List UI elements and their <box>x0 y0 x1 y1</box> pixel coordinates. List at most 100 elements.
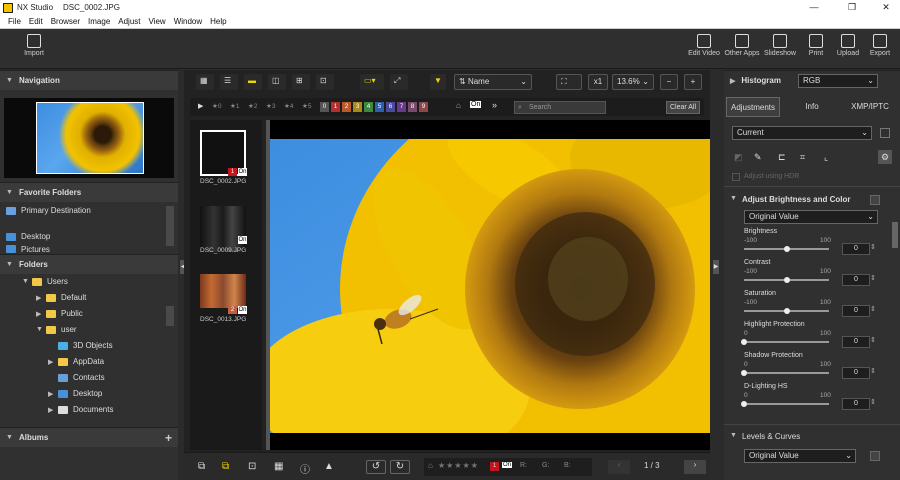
label-filter-2[interactable]: 2 <box>342 102 351 112</box>
label-filter-4[interactable]: 4 <box>364 102 373 112</box>
slider-value-field[interactable]: 0 <box>842 398 870 410</box>
upload-button[interactable]: Upload <box>830 34 866 57</box>
protect-filter-icon[interactable]: ⌂ <box>456 101 461 110</box>
straighten-icon[interactable]: ⊏ <box>778 152 786 163</box>
tab-adjustments[interactable]: Adjustments <box>726 97 780 117</box>
copy-adjustments-checkbox[interactable] <box>880 128 890 138</box>
favorite-pictures[interactable]: Pictures <box>6 245 50 253</box>
levels-reset-checkbox[interactable] <box>870 451 880 461</box>
favorites-scrollbar[interactable] <box>166 206 174 246</box>
rating-filter-5[interactable]: ★5 <box>302 102 311 110</box>
zoom-dropdown[interactable]: 13.6% ⌄ <box>612 74 654 90</box>
rating-filter-2[interactable]: ★2 <box>248 102 257 110</box>
slider-value-field[interactable]: 0 <box>842 243 870 255</box>
levels-preset-dropdown[interactable]: Original Value ⌄ <box>744 449 856 463</box>
slider-knob[interactable] <box>741 339 747 345</box>
list-view-button[interactable]: ☰ <box>220 74 238 90</box>
slider-knob[interactable] <box>783 246 790 252</box>
rotate-right-button[interactable]: ↻ <box>390 460 410 474</box>
collapse-triangle-icon[interactable]: ▼ <box>730 195 737 202</box>
multi-select-icon[interactable]: ⧉ <box>222 461 229 472</box>
menu-adjust[interactable]: Adjust <box>118 17 140 26</box>
label-filter-9[interactable]: 9 <box>419 102 428 112</box>
expand-filter-icon[interactable]: » <box>492 100 497 110</box>
slider-track[interactable] <box>744 341 829 343</box>
folder-contacts[interactable]: Contacts <box>58 373 105 382</box>
slider-value-field[interactable]: 0 <box>842 367 870 379</box>
label-filter-5[interactable]: 5 <box>375 102 384 112</box>
zoom-in-button[interactable]: + <box>684 74 702 90</box>
import-button[interactable]: Import <box>16 34 52 57</box>
rating-filter-4[interactable]: ★4 <box>284 102 293 110</box>
slider-value-field[interactable]: 0 <box>842 336 870 348</box>
menu-edit[interactable]: Edit <box>29 17 43 26</box>
menu-browser[interactable]: Browser <box>51 17 80 26</box>
stepper-icon[interactable]: ⇕ <box>870 367 876 375</box>
favorite-desktop[interactable]: Desktop <box>6 232 50 241</box>
menu-window[interactable]: Window <box>174 17 202 26</box>
folder-3d-objects[interactable]: 3D Objects <box>58 341 113 350</box>
menu-help[interactable]: Help <box>210 17 226 26</box>
perspective-icon[interactable]: ⌞ <box>824 152 828 163</box>
thumbnail-dsc-0009[interactable] <box>200 206 246 252</box>
frame-icon[interactable]: ⊡ <box>248 461 256 472</box>
rating-filter-0[interactable]: ★0 <box>212 102 221 110</box>
stack-icon[interactable]: ⧉ <box>198 461 205 472</box>
info-icon[interactable]: ⓘ <box>300 461 310 476</box>
folder-user[interactable]: ▼ user <box>36 325 77 334</box>
stepper-icon[interactable]: ⇕ <box>870 243 876 251</box>
raw-filter-icon[interactable]: On <box>470 101 482 108</box>
grid-view-button[interactable]: ▦ <box>196 74 214 90</box>
label-filter-7[interactable]: 7 <box>397 102 406 112</box>
adjust-hdr-checkbox[interactable] <box>732 173 740 181</box>
rating-filter-3[interactable]: ★3 <box>266 102 275 110</box>
zoom-1x-button[interactable]: x1 <box>588 74 608 90</box>
stepper-icon[interactable]: ⇕ <box>870 274 876 282</box>
menu-image[interactable]: Image <box>88 17 110 26</box>
histogram-mode-dropdown[interactable]: RGB ⌄ <box>798 74 878 88</box>
stepper-icon[interactable]: ⇕ <box>870 305 876 313</box>
close-button[interactable]: ✕ <box>872 0 900 15</box>
folder-default[interactable]: ▶ Default <box>36 293 86 302</box>
slider-knob[interactable] <box>783 308 790 314</box>
slider-value-field[interactable]: 0 <box>842 274 870 286</box>
protect-icon[interactable]: ⌂ <box>428 461 433 470</box>
folder-desktop[interactable]: ▶ Desktop <box>48 389 102 398</box>
label-filter-1[interactable]: 1 <box>331 102 340 112</box>
zoom-out-button[interactable]: − <box>660 74 678 90</box>
previous-image-button[interactable]: ‹ <box>608 460 630 474</box>
settings-gear-icon[interactable]: ⚙ <box>878 150 892 164</box>
map-view-button[interactable]: ⊡ <box>316 74 334 90</box>
favorite-primary-destination[interactable]: Primary Destination <box>6 206 91 215</box>
folder-appdata[interactable]: ▶ AppData <box>48 357 104 366</box>
fit-screen-button[interactable]: ⛶ <box>556 74 582 90</box>
print-button[interactable]: Print <box>798 34 834 57</box>
folder-users[interactable]: ▼ Users <box>22 277 68 286</box>
collapse-right-panel-button[interactable]: ▶ <box>713 260 719 274</box>
retouch-icon[interactable]: ◩ <box>734 152 743 163</box>
sort-dropdown[interactable]: ⇅ Name ⌄ <box>454 74 532 90</box>
menu-view[interactable]: View <box>149 17 166 26</box>
folder-public[interactable]: ▶ Public <box>36 309 83 318</box>
thumbnail-dsc-0013[interactable] <box>200 274 246 308</box>
add-album-icon[interactable]: + <box>165 431 172 445</box>
albums-header[interactable]: ▼ Albums + <box>0 427 178 447</box>
spot-repair-icon[interactable]: ✎ <box>754 152 762 163</box>
other-apps-button[interactable]: Other Apps <box>724 34 760 57</box>
folders-scrollbar[interactable] <box>166 306 174 326</box>
minimize-button[interactable]: — <box>800 0 828 15</box>
rotate-left-button[interactable]: ↺ <box>366 460 386 474</box>
restore-button[interactable]: ❐ <box>838 0 866 15</box>
label-filter-3[interactable]: 3 <box>353 102 362 112</box>
navigation-preview[interactable] <box>4 98 174 178</box>
crop-icon[interactable]: ⌗ <box>800 152 805 163</box>
search-input[interactable]: ⌕ Search <box>514 101 606 114</box>
filmstrip-button[interactable]: ▭▾ <box>360 74 384 90</box>
folder-documents[interactable]: ▶ Documents <box>48 405 113 414</box>
histogram-icon[interactable]: ▲ <box>324 461 334 472</box>
next-image-button[interactable]: › <box>684 460 706 474</box>
brightness-preset-dropdown[interactable]: Original Value ⌄ <box>744 210 878 224</box>
grid-overlay-icon[interactable]: ▦ <box>274 461 283 472</box>
menu-file[interactable]: File <box>8 17 21 26</box>
stepper-icon[interactable]: ⇕ <box>870 336 876 344</box>
